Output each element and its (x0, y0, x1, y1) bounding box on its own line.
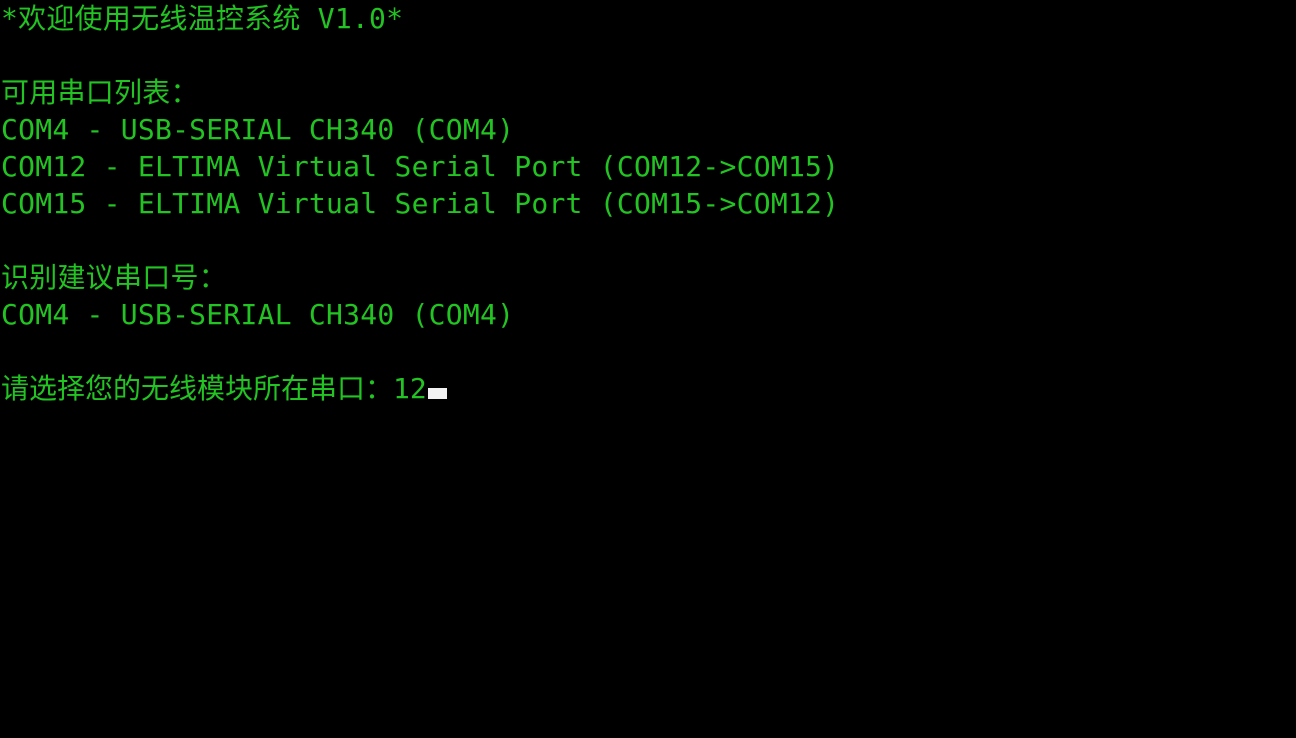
suggested-port-value: COM4 - USB-SERIAL CH340 (COM4) (1, 298, 515, 331)
welcome-banner: *欢迎使用无线温控系统 V1.0* (1, 2, 404, 35)
terminal-console[interactable]: *欢迎使用无线温控系统 V1.0* 可用串口列表： COM4 - USB-SER… (0, 0, 1296, 738)
port-prompt-label: 请选择您的无线模块所在串口： (1, 372, 394, 405)
suggested-port-heading: 识别建议串口号： (1, 261, 228, 294)
port-input-value[interactable]: 12 (393, 372, 427, 405)
available-ports-heading: 可用串口列表： (1, 76, 199, 109)
port-list-item: COM15 - ELTIMA Virtual Serial Port (COM1… (1, 187, 840, 220)
text-cursor (427, 388, 447, 399)
port-list-item: COM4 - USB-SERIAL CH340 (COM4) (1, 113, 515, 146)
port-prompt-line[interactable]: 请选择您的无线模块所在串口：12 (0, 370, 1296, 407)
port-list-item: COM12 - ELTIMA Virtual Serial Port (COM1… (1, 150, 840, 183)
